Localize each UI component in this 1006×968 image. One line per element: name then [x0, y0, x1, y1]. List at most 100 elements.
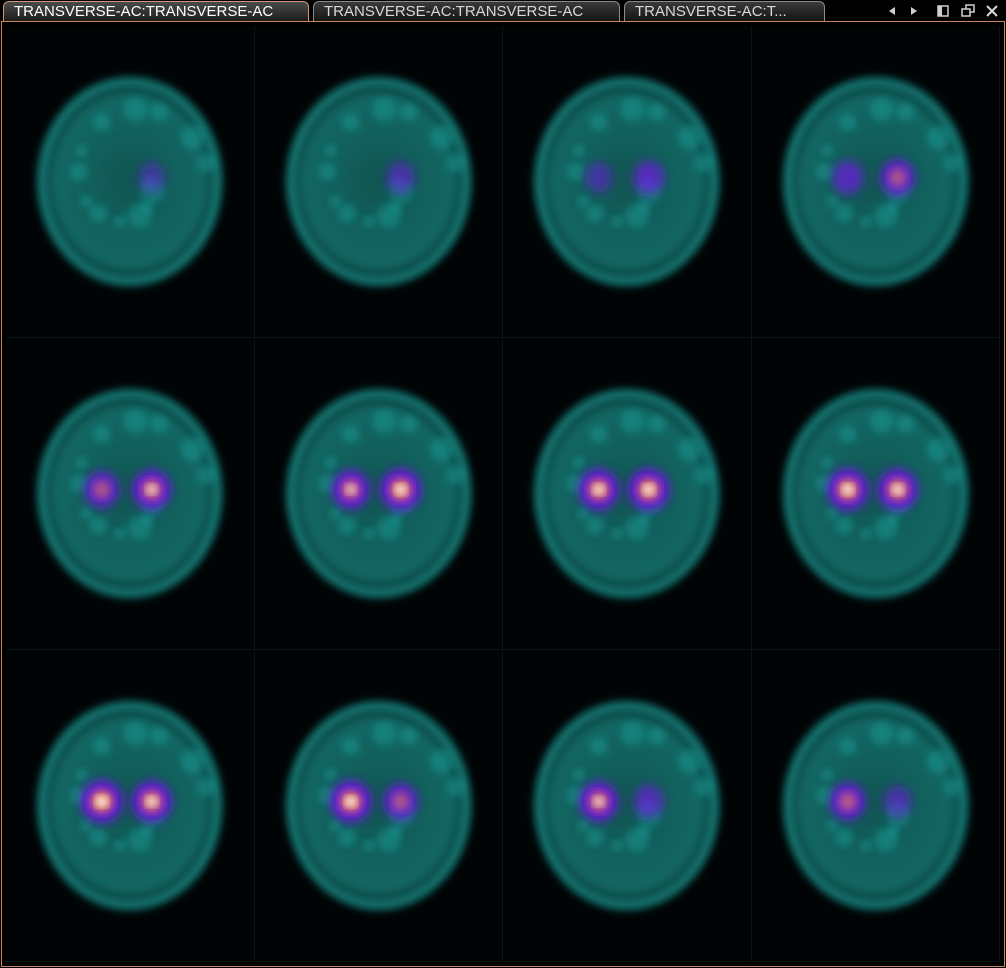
- texture-blob: [337, 516, 356, 535]
- texture-blob: [694, 465, 713, 484]
- texture-blob: [429, 437, 454, 462]
- striatum-left-outer: [585, 162, 613, 193]
- brain-slice-12[interactable]: [751, 650, 1000, 962]
- striatum-right-mid: [391, 792, 409, 811]
- texture-blob: [446, 465, 465, 484]
- texture-blob: [318, 162, 337, 181]
- texture-blob: [123, 721, 148, 746]
- texture-blob: [337, 204, 356, 223]
- texture-blob: [677, 125, 702, 150]
- texture-blob: [89, 828, 108, 847]
- texture-blob: [150, 726, 169, 745]
- texture-blob: [926, 125, 951, 150]
- striatum-left-peak: [593, 796, 605, 807]
- texture-blob: [586, 516, 605, 535]
- texture-blob: [127, 204, 152, 228]
- striatum-left-outer: [831, 160, 863, 195]
- tab-transverse-ac-3[interactable]: TRANSVERSE-AC:T...: [624, 1, 825, 21]
- texture-blob: [150, 414, 169, 433]
- brain-slice-7[interactable]: [503, 338, 752, 650]
- striatum-right-peak: [146, 796, 158, 807]
- texture-blob: [127, 828, 152, 852]
- texture-blob: [180, 437, 205, 462]
- texture-blob: [820, 144, 833, 157]
- texture-blob: [895, 102, 914, 121]
- striatum-right-outer: [138, 162, 165, 193]
- close-icon[interactable]: [983, 2, 1001, 20]
- texture-blob: [150, 102, 169, 121]
- image-viewer[interactable]: [1, 21, 1005, 967]
- brain-slice-3[interactable]: [503, 26, 752, 338]
- texture-blob: [694, 153, 713, 172]
- texture-blob: [75, 456, 88, 469]
- texture-blob: [834, 516, 853, 535]
- striatum-left-peak: [593, 484, 605, 495]
- brain-slice-11[interactable]: [503, 650, 752, 962]
- texture-blob: [647, 726, 666, 745]
- texture-blob: [586, 204, 605, 223]
- texture-blob: [577, 819, 590, 832]
- texture-blob: [75, 144, 88, 157]
- texture-blob: [610, 839, 623, 852]
- striatum-right-peak: [394, 484, 406, 495]
- texture-blob: [323, 456, 336, 469]
- texture-blob: [572, 144, 585, 157]
- texture-blob: [572, 456, 585, 469]
- texture-blob: [341, 113, 360, 132]
- texture-blob: [815, 162, 834, 181]
- brain-slice-10[interactable]: [254, 650, 503, 962]
- texture-blob: [577, 507, 590, 520]
- texture-blob: [838, 425, 857, 444]
- texture-blob: [362, 527, 375, 540]
- brain-slice-8[interactable]: [751, 338, 1000, 650]
- texture-blob: [820, 456, 833, 469]
- texture-blob: [337, 828, 356, 847]
- texture-blob: [610, 527, 623, 540]
- brain-slice-2[interactable]: [254, 26, 503, 338]
- texture-blob: [341, 425, 360, 444]
- texture-blob: [620, 721, 645, 746]
- texture-blob: [838, 113, 857, 132]
- striatum-right-outer: [633, 785, 664, 818]
- brain-slice-4[interactable]: [751, 26, 1000, 338]
- texture-blob: [624, 828, 649, 852]
- texture-blob: [647, 102, 666, 121]
- texture-blob: [624, 516, 649, 540]
- texture-blob: [429, 125, 454, 150]
- next-arrow-icon[interactable]: [905, 2, 923, 20]
- striatum-left-peak: [345, 484, 356, 495]
- texture-blob: [610, 215, 623, 228]
- texture-blob: [69, 162, 88, 181]
- texture-blob: [825, 819, 838, 832]
- prev-arrow-icon[interactable]: [883, 2, 901, 20]
- texture-blob: [873, 204, 898, 228]
- panel-layout-icon[interactable]: [934, 2, 952, 20]
- striatum-left-peak: [841, 484, 854, 495]
- brain-slice-6[interactable]: [254, 338, 503, 650]
- tab-transverse-ac-2[interactable]: TRANSVERSE-AC:TRANSVERSE-AC: [313, 1, 620, 21]
- texture-blob: [123, 409, 148, 434]
- texture-blob: [589, 737, 608, 756]
- texture-blob: [825, 195, 838, 208]
- brain-slice-1[interactable]: [6, 26, 255, 338]
- texture-blob: [328, 507, 341, 520]
- tab-transverse-ac-1[interactable]: TRANSVERSE-AC:TRANSVERSE-AC: [3, 1, 309, 21]
- texture-blob: [398, 102, 417, 121]
- texture-blob: [926, 437, 951, 462]
- brain-slice-9[interactable]: [6, 650, 255, 962]
- texture-blob: [80, 507, 93, 520]
- texture-blob: [446, 777, 465, 796]
- restore-window-icon[interactable]: [959, 2, 977, 20]
- texture-blob: [647, 414, 666, 433]
- texture-blob: [197, 777, 216, 796]
- tab-bar: TRANSVERSE-AC:TRANSVERSE-AC TRANSVERSE-A…: [0, 0, 1006, 22]
- texture-blob: [372, 409, 396, 434]
- texture-blob: [80, 195, 93, 208]
- striatum-right-outer: [883, 785, 912, 818]
- brain-slice-5[interactable]: [6, 338, 255, 650]
- texture-blob: [123, 97, 148, 122]
- texture-blob: [362, 215, 375, 228]
- texture-blob: [89, 204, 108, 223]
- texture-blob: [859, 215, 872, 228]
- texture-blob: [197, 153, 216, 172]
